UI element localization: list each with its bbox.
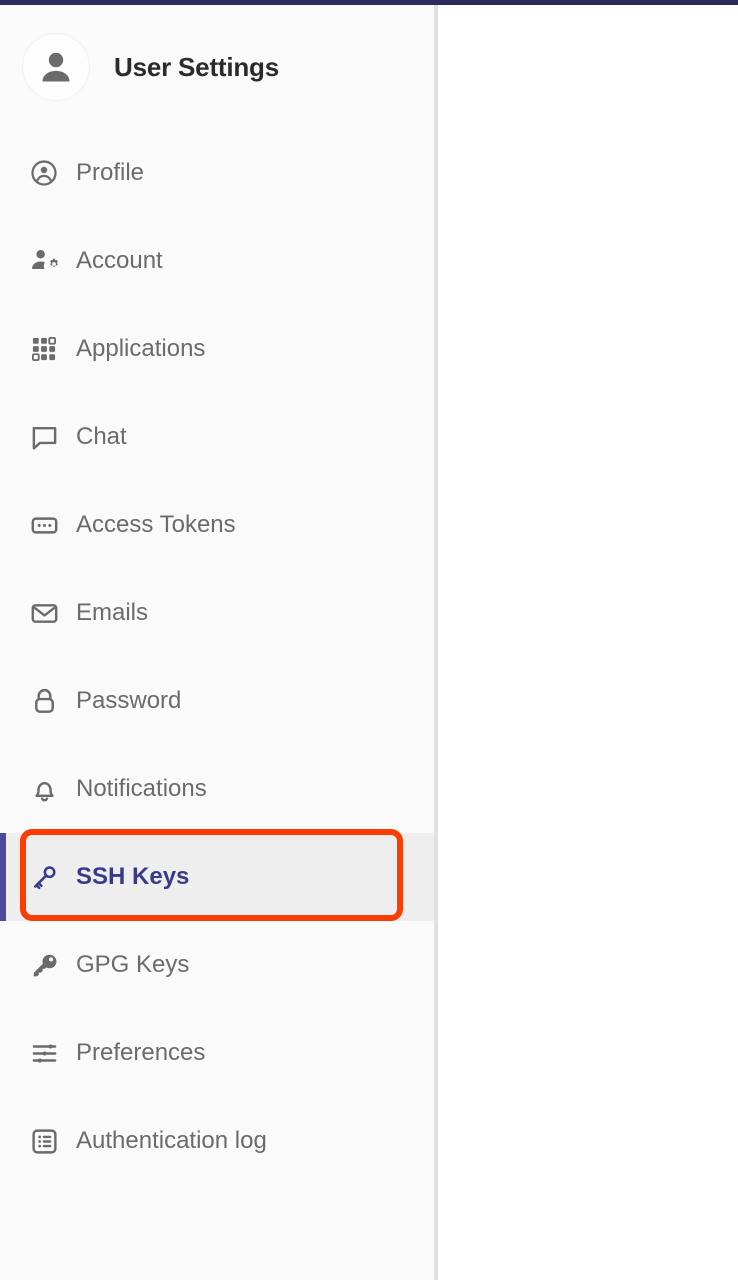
sidebar-item-authentication-log[interactable]: Authentication log <box>0 1097 434 1185</box>
token-dots-icon <box>28 509 60 541</box>
list-box-icon <box>28 1125 60 1157</box>
sidebar-item-label: Chat <box>76 423 127 450</box>
sidebar-item-account[interactable]: Account <box>0 217 434 305</box>
sidebar-item-emails[interactable]: Emails <box>0 569 434 657</box>
sidebar-item-label: Profile <box>76 159 145 186</box>
sliders-icon <box>28 1037 60 1069</box>
user-avatar-icon[interactable] <box>22 33 90 101</box>
sidebar-item-password[interactable]: Password <box>0 657 434 745</box>
sidebar-item-label: SSH Keys <box>76 863 190 890</box>
sidebar-item-chat[interactable]: Chat <box>0 393 434 481</box>
sidebar-item-label: Access Tokens <box>76 511 236 538</box>
sidebar-item-preferences[interactable]: Preferences <box>0 1009 434 1097</box>
sidebar-item-applications[interactable]: Applications <box>0 305 434 393</box>
sidebar-header: User Settings <box>0 5 434 129</box>
key-solid-icon <box>28 949 60 981</box>
lock-icon <box>28 685 60 717</box>
main-content-panel <box>438 5 738 1280</box>
sidebar-nav-list: Profile Account Applications Chat Access… <box>0 129 434 1185</box>
sidebar-item-access-tokens[interactable]: Access Tokens <box>0 481 434 569</box>
sidebar-item-label: Notifications <box>76 775 207 802</box>
user-circle-icon <box>28 157 60 189</box>
sidebar-item-gpg-keys[interactable]: GPG Keys <box>0 921 434 1009</box>
user-gear-icon <box>28 245 60 277</box>
sidebar-item-label: Authentication log <box>76 1127 267 1154</box>
sidebar-item-label: Applications <box>76 335 206 362</box>
sidebar-item-label: Preferences <box>76 1039 206 1066</box>
envelope-icon <box>28 597 60 629</box>
user-settings-sidebar: User Settings Profile Account Applicatio… <box>0 5 434 1280</box>
page-title: User Settings <box>114 51 280 82</box>
key-outline-icon <box>28 861 60 893</box>
sidebar-item-label: Password <box>76 687 182 714</box>
sidebar-item-label: Emails <box>76 599 149 626</box>
sidebar-item-notifications[interactable]: Notifications <box>0 745 434 833</box>
speech-bubble-icon <box>28 421 60 453</box>
sidebar-item-ssh-keys[interactable]: SSH Keys <box>0 833 434 921</box>
sidebar-item-label: Account <box>76 247 163 274</box>
page-root: User Settings Profile Account Applicatio… <box>0 5 738 1280</box>
sidebar-item-profile[interactable]: Profile <box>0 129 434 217</box>
sidebar-item-label: GPG Keys <box>76 951 190 978</box>
grid-apps-icon <box>28 333 60 365</box>
bell-icon <box>28 773 60 805</box>
